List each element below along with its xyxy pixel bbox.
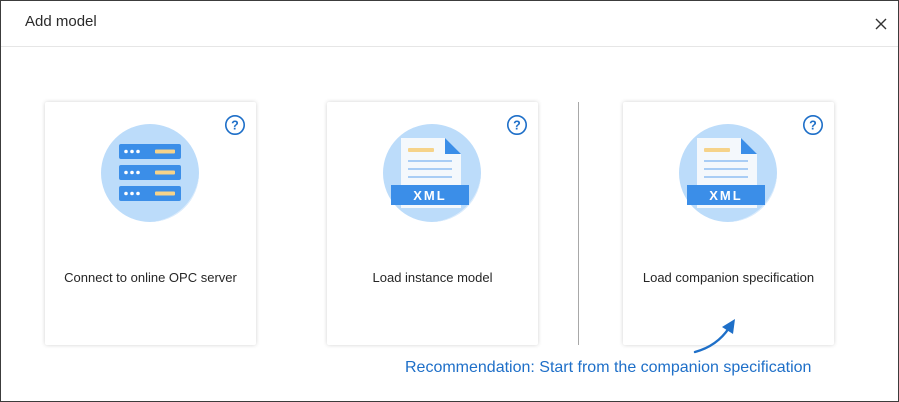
close-icon [875,18,887,30]
question-circle-icon: ? [507,115,527,135]
xml-file-icon: XML [679,124,777,222]
xml-file-icon: XML [383,124,481,222]
dialog-title: Add model [25,13,97,30]
recommendation-text: Recommendation: Start from the companion… [405,359,812,376]
help-button[interactable]: ? [224,114,246,136]
curved-arrow-icon [693,319,735,354]
card-label: Load companion specification [642,270,815,285]
connect-opc-server-card[interactable]: ? Connect to online OPC server [45,102,256,345]
card-label: Load instance model [372,270,493,285]
question-circle-icon: ? [803,115,823,135]
xml-badge: XML [413,188,446,203]
add-model-dialog: Add model ? Connect to online OPC server… [0,0,899,402]
question-circle-icon: ? [225,115,245,135]
help-glyph: ? [513,118,521,132]
load-instance-model-card[interactable]: ? XML Load instance model [327,102,538,345]
help-button[interactable]: ? [506,114,528,136]
card-label: Connect to online OPC server [64,270,237,285]
dialog-header: Add model [1,1,898,47]
help-glyph: ? [809,118,817,132]
help-button[interactable]: ? [802,114,824,136]
close-button[interactable] [874,17,888,31]
server-icon [101,124,199,222]
help-glyph: ? [231,118,239,132]
xml-badge: XML [709,188,742,203]
vertical-divider [578,102,579,345]
load-companion-specification-card[interactable]: ? XML Load companion specification [623,102,834,345]
